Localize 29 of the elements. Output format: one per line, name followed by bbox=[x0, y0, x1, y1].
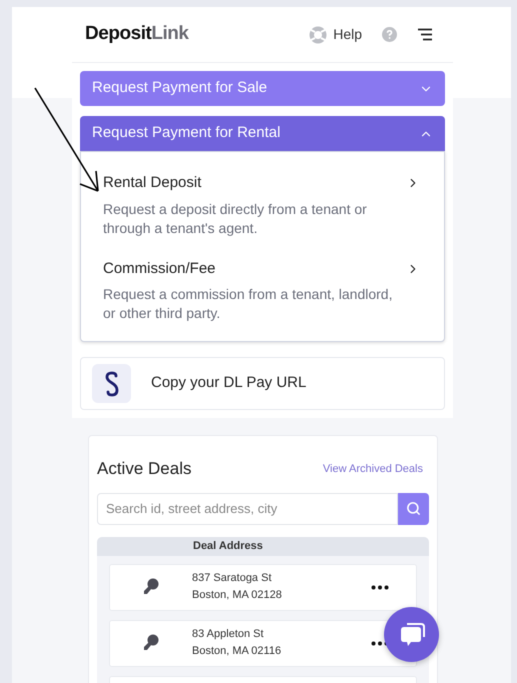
more-icon[interactable] bbox=[371, 584, 389, 590]
chat-icon bbox=[398, 622, 424, 648]
street-address: 837 Saratoga St bbox=[192, 571, 273, 586]
logo[interactable]: DepositLink bbox=[85, 20, 189, 49]
pay-url-card[interactable]: Copy your DL Pay URL bbox=[80, 357, 445, 410]
accordion-header[interactable]: Request Payment for Rental bbox=[80, 116, 445, 151]
deal-card[interactable]: 83 Appleton St Boston, MA 02116 bbox=[109, 620, 417, 666]
search-button[interactable] bbox=[398, 492, 429, 524]
section-title: Active Deals bbox=[97, 458, 192, 480]
archived-deals-link[interactable]: View Archived Deals bbox=[322, 460, 423, 477]
accordion-header[interactable]: Request Payment for Sale bbox=[80, 71, 445, 106]
menu-icon[interactable] bbox=[417, 28, 433, 41]
lifebuoy-icon bbox=[309, 26, 328, 44]
city-address: Boston, MA 02116 bbox=[192, 644, 282, 659]
option-link[interactable]: Commission/Fee bbox=[103, 258, 422, 280]
option-description: Request a commission from a tenant, landlord, or other third party. bbox=[103, 285, 394, 323]
column-header: Deal Address bbox=[97, 536, 429, 556]
link-logo-icon bbox=[92, 364, 131, 403]
search-icon bbox=[406, 501, 421, 516]
option-description: Request a deposit directly from a tenant or through a tenant's agent. bbox=[103, 200, 368, 238]
key-icon bbox=[143, 578, 159, 596]
deal-card[interactable]: 837 Saratoga St Boston, MA 02128 bbox=[109, 564, 417, 610]
city-address: Boston, MA 02128 bbox=[192, 588, 283, 603]
pay-url-label: Copy your DL Pay URL bbox=[151, 373, 306, 394]
help-link[interactable]: Help bbox=[333, 24, 362, 45]
option-link[interactable]: Rental Deposit bbox=[103, 172, 422, 194]
street-address: 83 Appleton St bbox=[192, 627, 265, 642]
key-icon bbox=[143, 634, 159, 652]
search-field[interactable]: Search id, street address, city bbox=[97, 492, 398, 524]
